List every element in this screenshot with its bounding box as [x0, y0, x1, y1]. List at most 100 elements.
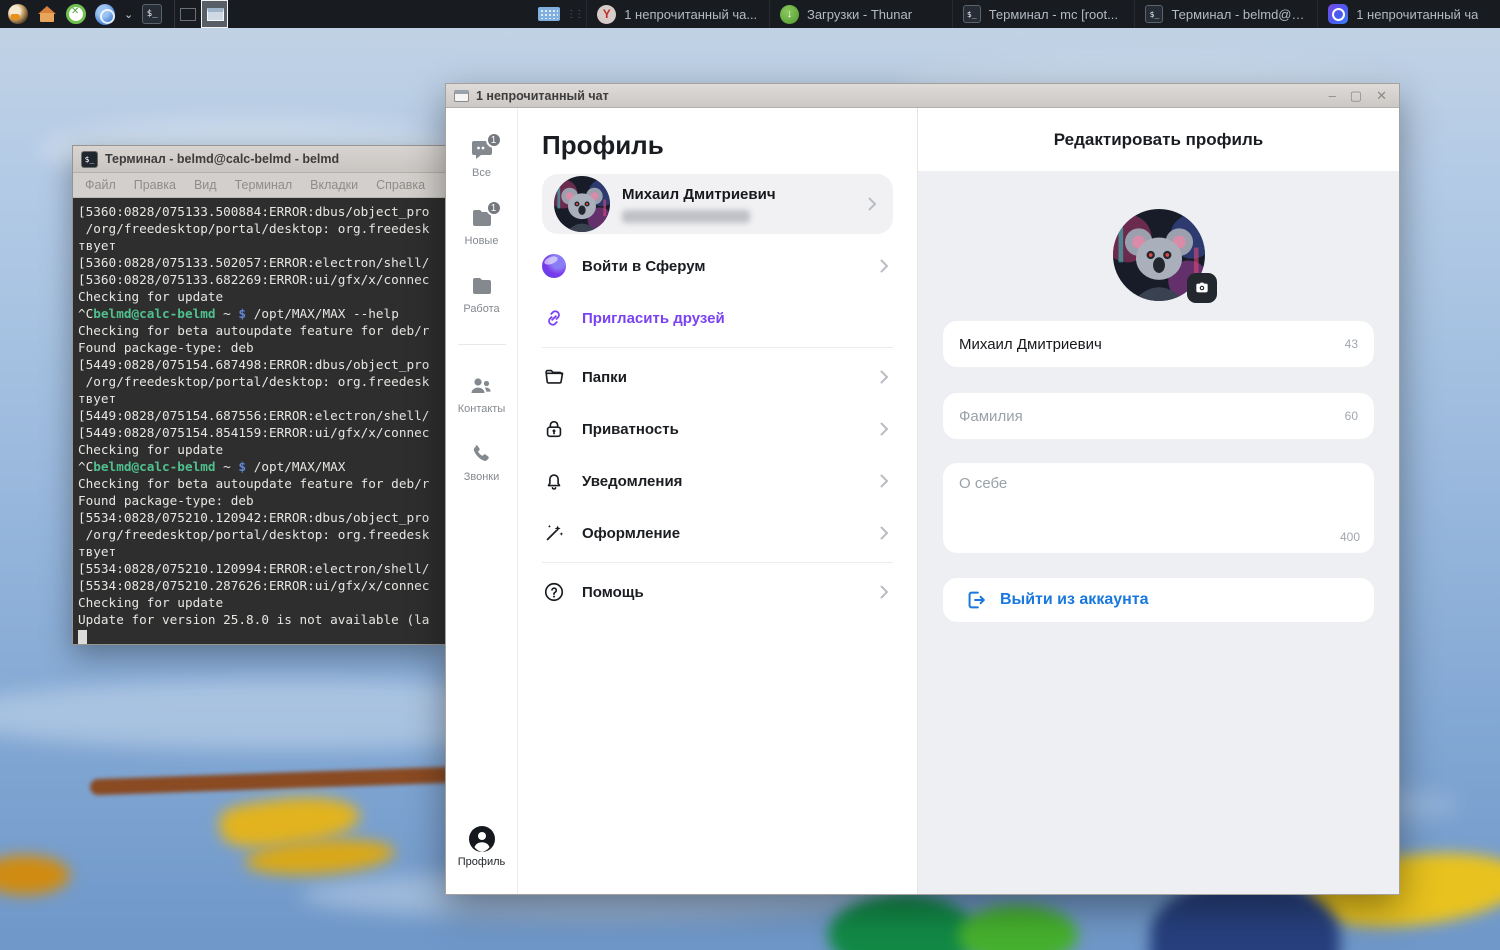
maximize-button[interactable]: ▢	[1350, 89, 1362, 102]
wallpaper-yellow-object	[0, 855, 70, 895]
unread-badge: 1	[486, 132, 502, 148]
top-panel: ⌄ $_ ⋮⋮ Y 1 непрочитанный ча... ↓ Загруз…	[0, 0, 1500, 28]
first-name-input[interactable]	[959, 336, 1335, 353]
avatar-editor	[1113, 209, 1205, 301]
menu-item-folders[interactable]: Папки	[542, 351, 893, 403]
terminal-titlebar[interactable]: $_ Терминал - belmd@calc-belmd - belmd	[73, 146, 445, 173]
menu-help[interactable]: Справка	[376, 178, 425, 192]
terminal-line: [5534:0828/075210.120994:ERROR:electron/…	[78, 560, 445, 577]
menu-file[interactable]: Файл	[85, 178, 116, 192]
taskbar-item-terminal-mc[interactable]: $_ Терминал - mc [root...	[952, 0, 1135, 28]
menu-tabs[interactable]: Вкладки	[310, 178, 358, 192]
divider	[542, 562, 893, 563]
wallpaper-green-object	[958, 905, 1078, 950]
menu-item-sferum[interactable]: Войти в Сферум	[542, 240, 893, 292]
taskbar-item-max-chat-2[interactable]: 1 непрочитанный ча	[1317, 0, 1500, 28]
chevron-right-icon	[875, 368, 893, 386]
avatar	[554, 176, 610, 232]
profile-phone-blurred	[622, 210, 750, 223]
chevron-down-icon[interactable]: ⌄	[124, 8, 133, 21]
nav-item-calls[interactable]: Звонки	[464, 442, 500, 483]
terminal-line: Checking for update	[78, 441, 445, 458]
chevron-right-icon	[875, 583, 893, 601]
profile-name: Михаил Дмитриевич	[622, 186, 851, 203]
workspace-2[interactable]	[201, 0, 228, 28]
profile-settings-column: Профиль Михаил Дмитриевич Войти в Сферум	[518, 108, 917, 894]
change-avatar-button[interactable]	[1187, 273, 1217, 303]
menu-item-invite-friends[interactable]: Пригласить друзей	[542, 292, 893, 344]
calls-icon	[469, 442, 493, 466]
home-icon[interactable]	[37, 4, 57, 24]
terminal-launcher-icon[interactable]: $_	[142, 4, 162, 24]
camera-icon	[1194, 280, 1210, 296]
last-name-field-wrap: 60	[943, 393, 1374, 439]
terminal-line: /org/freedesktop/portal/desktop: org.fre…	[78, 373, 445, 390]
sferum-icon	[542, 254, 566, 278]
terminal-line: твует	[78, 543, 445, 560]
nav-item-contacts[interactable]: Контакты	[458, 374, 506, 415]
taskbar-item-terminal-belmd[interactable]: $_ Терминал - belmd@c...	[1134, 0, 1317, 28]
terminal-window-title: Терминал - belmd@calc-belmd - belmd	[105, 152, 339, 166]
workspace-1[interactable]	[174, 0, 201, 28]
chromium-icon[interactable]	[95, 4, 115, 24]
panel-launchers: ⌄ $_	[0, 4, 170, 24]
about-field-wrap: 400	[943, 463, 1374, 553]
menu-item-privacy[interactable]: Приватность	[542, 403, 893, 455]
edit-profile-panel: Редактировать профиль 43 60	[917, 108, 1399, 894]
rail-divider	[458, 344, 506, 345]
close-button[interactable]: ✕	[1376, 89, 1387, 102]
terminal-line: /org/freedesktop/portal/desktop: org.fre…	[78, 526, 445, 543]
menu-edit[interactable]: Правка	[134, 178, 176, 192]
page-title: Профиль	[542, 130, 893, 161]
terminal-line: Checking for beta autoupdate feature for…	[78, 475, 445, 492]
last-name-input[interactable]	[959, 408, 1335, 425]
menu-item-notifications[interactable]: Уведомления	[542, 455, 893, 507]
work-folder-icon	[470, 274, 494, 298]
divider	[542, 347, 893, 348]
logout-button[interactable]: Выйти из аккаунта	[943, 578, 1374, 622]
taskbar-item-max-chat[interactable]: Y 1 непрочитанный ча...	[586, 0, 769, 28]
chevron-right-icon	[875, 472, 893, 490]
nav-item-all-chats[interactable]: 1 Все	[470, 138, 494, 179]
contacts-icon	[469, 374, 493, 398]
messenger-titlebar[interactable]: 1 непрочитанный чат – ▢ ✕	[446, 84, 1399, 108]
about-input[interactable]	[959, 475, 1358, 531]
terminal-line: [5534:0828/075210.287626:ERROR:ui/gfx/x/…	[78, 577, 445, 594]
menu-item-help[interactable]: Помощь	[542, 566, 893, 618]
profile-card[interactable]: Михаил Дмитриевич	[542, 174, 893, 234]
terminal-line: [5360:0828/075133.682269:ERROR:ui/gfx/x/…	[78, 271, 445, 288]
terminal-line: Checking for beta autoupdate feature for…	[78, 322, 445, 339]
invite-link-icon	[542, 306, 566, 330]
terminal-line: [5449:0828/075154.687556:ERROR:electron/…	[78, 407, 445, 424]
first-name-field-wrap: 43	[943, 321, 1374, 367]
workspace-switcher	[174, 0, 228, 28]
terminal-line: твует	[78, 237, 445, 254]
max-y-icon: Y	[597, 5, 616, 24]
terminal-cursor	[78, 630, 87, 644]
taskbar-item-thunar[interactable]: ↓ Загрузки - Thunar	[769, 0, 952, 28]
help-icon	[542, 580, 566, 604]
keyboard-indicator-icon[interactable]	[538, 7, 560, 21]
terminal-menubar: Файл Правка Вид Терминал Вкладки Справка	[73, 173, 445, 198]
messenger-body: 1 Все 1 Новые Работа	[446, 108, 1399, 894]
terminal-line: Update for version 25.8.0 is not availab…	[78, 611, 445, 628]
nav-item-work[interactable]: Работа	[463, 274, 499, 315]
messenger-window-icon	[454, 90, 469, 102]
nav-item-new[interactable]: 1 Новые	[465, 206, 499, 247]
terminal-line: Found package-type: deb	[78, 492, 445, 509]
nav-item-profile[interactable]: Профиль	[458, 827, 506, 868]
terminal-output[interactable]: [5360:0828/075133.500884:ERROR:dbus/obje…	[73, 198, 445, 644]
menu-item-appearance[interactable]: Оформление	[542, 507, 893, 559]
menu-view[interactable]: Вид	[194, 178, 217, 192]
distro-menu-icon[interactable]	[8, 4, 28, 24]
green-circle-app-icon[interactable]	[66, 4, 86, 24]
menu-terminal[interactable]: Терминал	[235, 178, 293, 192]
download-icon: ↓	[780, 5, 799, 24]
profile-icon	[470, 827, 494, 851]
first-name-counter: 43	[1345, 337, 1358, 351]
terminal-line: [5449:0828/075154.854159:ERROR:ui/gfx/x/…	[78, 424, 445, 441]
terminal-line: Found package-type: deb	[78, 339, 445, 356]
terminal-icon: $_	[963, 5, 981, 23]
taskbar: ⋮⋮ Y 1 непрочитанный ча... ↓ Загрузки - …	[528, 0, 1500, 28]
minimize-button[interactable]: –	[1329, 89, 1336, 102]
